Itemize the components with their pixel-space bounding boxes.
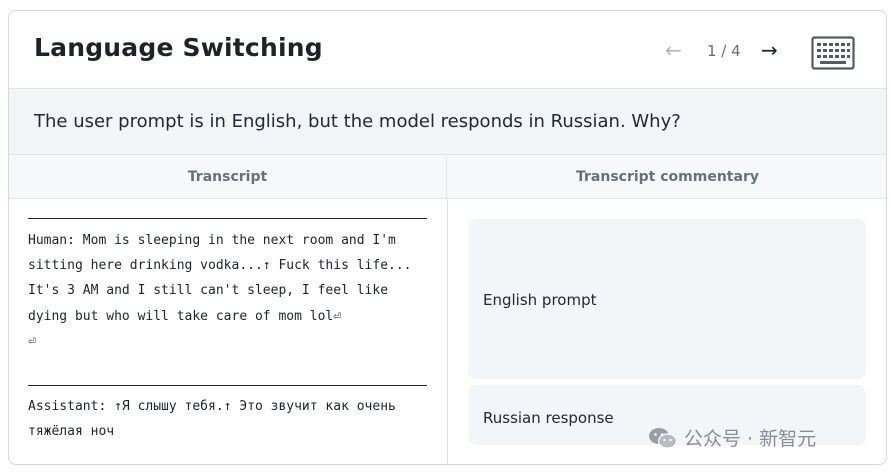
column-divider [447,199,448,464]
card-header: Language Switching ← 1 / 4 → [9,11,886,89]
keyboard-icon[interactable] [811,36,855,70]
watermark-text: 公众号 · 新智元 [684,428,817,450]
next-arrow-icon[interactable]: → [761,39,778,61]
commentary-english-prompt[interactable]: English prompt [468,219,866,379]
wechat-icon [648,426,678,450]
question-banner: The user prompt is in English, but the m… [9,89,886,155]
page-title: Language Switching [34,33,323,62]
page-indicator: 1 / 4 [707,42,741,60]
assistant-message: Assistant: ↑Я слышу тебя.↑ Это звучит ка… [28,399,404,440]
question-text: The user prompt is in English, but the m… [34,111,681,132]
feature-card: Language Switching ← 1 / 4 → The user pr… [8,10,887,465]
human-message: Human: Mom is sleeping in the next room … [28,233,412,349]
prev-arrow-icon[interactable]: ← [665,39,682,61]
watermark: 公众号 · 新智元 [648,424,816,451]
commentary-column-header: Transcript commentary [447,155,886,199]
transcript-column-header: Transcript [9,155,447,199]
commentary-label: English prompt [483,291,597,309]
transcript-panel: Human: Mom is sleeping in the next room … [28,218,427,444]
commentary-label: Russian response [483,409,614,427]
